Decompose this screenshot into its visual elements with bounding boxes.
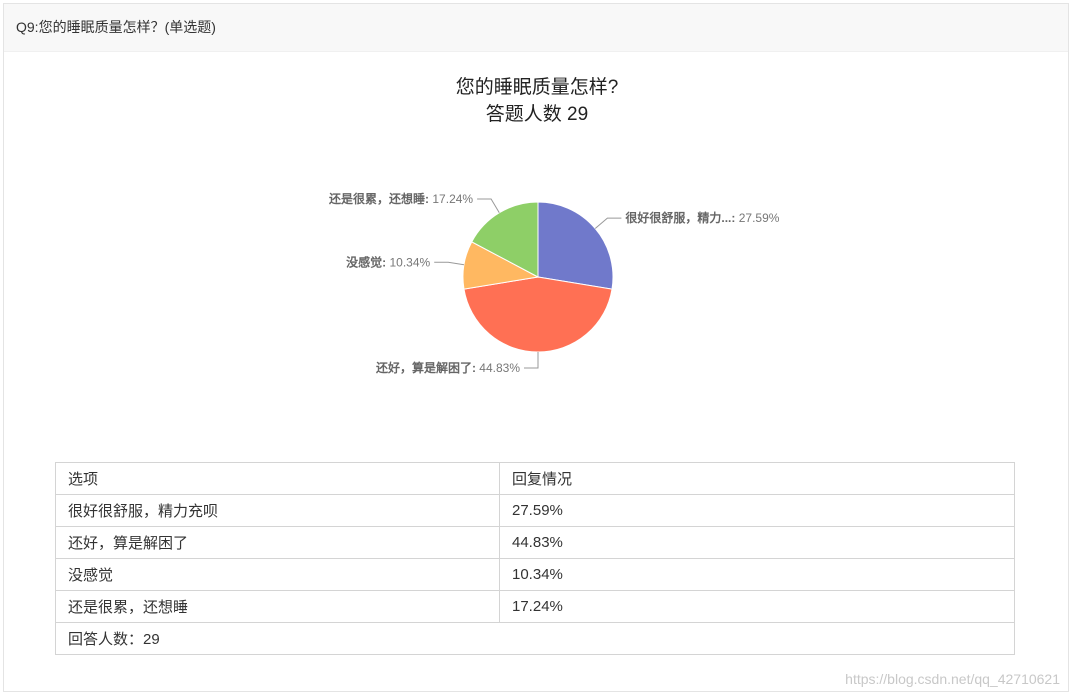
table-cell-percent: 10.34% — [499, 558, 1015, 591]
table-cell-option: 还好，算是解困了 — [55, 526, 500, 559]
question-header: Q9:您的睡眠质量怎样？(单选题) — [4, 4, 1068, 52]
table-cell-option: 还是很累，还想睡 — [55, 590, 500, 623]
pie-label: 很好很舒服，精力...: 27.59% — [624, 210, 779, 225]
pie-leader-line — [594, 217, 622, 229]
table-header-reply: 回复情况 — [499, 462, 1015, 495]
results-table: 选项 回复情况 很好很舒服，精力充呗 27.59% 还好，算是解困了 44.83… — [55, 462, 1015, 655]
table-header-row: 选项 回复情况 — [55, 462, 1015, 495]
pie-chart: 很好很舒服，精力...: 27.59% 还好，算是解困了: 44.83% 没感觉: … — [328, 191, 780, 375]
pie-leader-line — [477, 198, 500, 213]
pie-slice — [537, 201, 614, 290]
table-footer-row: 回答人数：29 — [55, 622, 1015, 655]
pie-label: 还是很累，还想睡: 17.24% — [328, 191, 473, 206]
pie-leader-line — [524, 352, 539, 369]
table-cell-option: 很好很舒服，精力充呗 — [55, 494, 500, 527]
table-footer-count: 回答人数：29 — [55, 622, 1015, 655]
watermark: https://blog.csdn.net/qq_42710621 — [845, 671, 1060, 687]
pie-slice — [463, 276, 613, 353]
pie-leader-line — [434, 261, 465, 266]
table-row: 还好，算是解困了 44.83% — [55, 526, 1015, 559]
pie-label: 没感觉: 10.34% — [346, 254, 430, 269]
table-header-option: 选项 — [55, 462, 500, 495]
pie-label: 还好，算是解困了: 44.83% — [375, 360, 520, 375]
table-row: 还是很累，还想睡 17.24% — [55, 590, 1015, 623]
table-row: 很好很舒服，精力充呗 27.59% — [55, 494, 1015, 527]
table-cell-option: 没感觉 — [55, 558, 500, 591]
table-cell-percent: 27.59% — [499, 494, 1015, 527]
table-row: 没感觉 10.34% — [55, 558, 1015, 591]
table-cell-percent: 17.24% — [499, 590, 1015, 623]
pie-slices — [462, 201, 614, 353]
table-cell-percent: 44.83% — [499, 526, 1015, 559]
question-card: Q9:您的睡眠质量怎样？(单选题) 您的睡眠质量怎样? 答题人数 29 很好很舒… — [3, 3, 1069, 692]
